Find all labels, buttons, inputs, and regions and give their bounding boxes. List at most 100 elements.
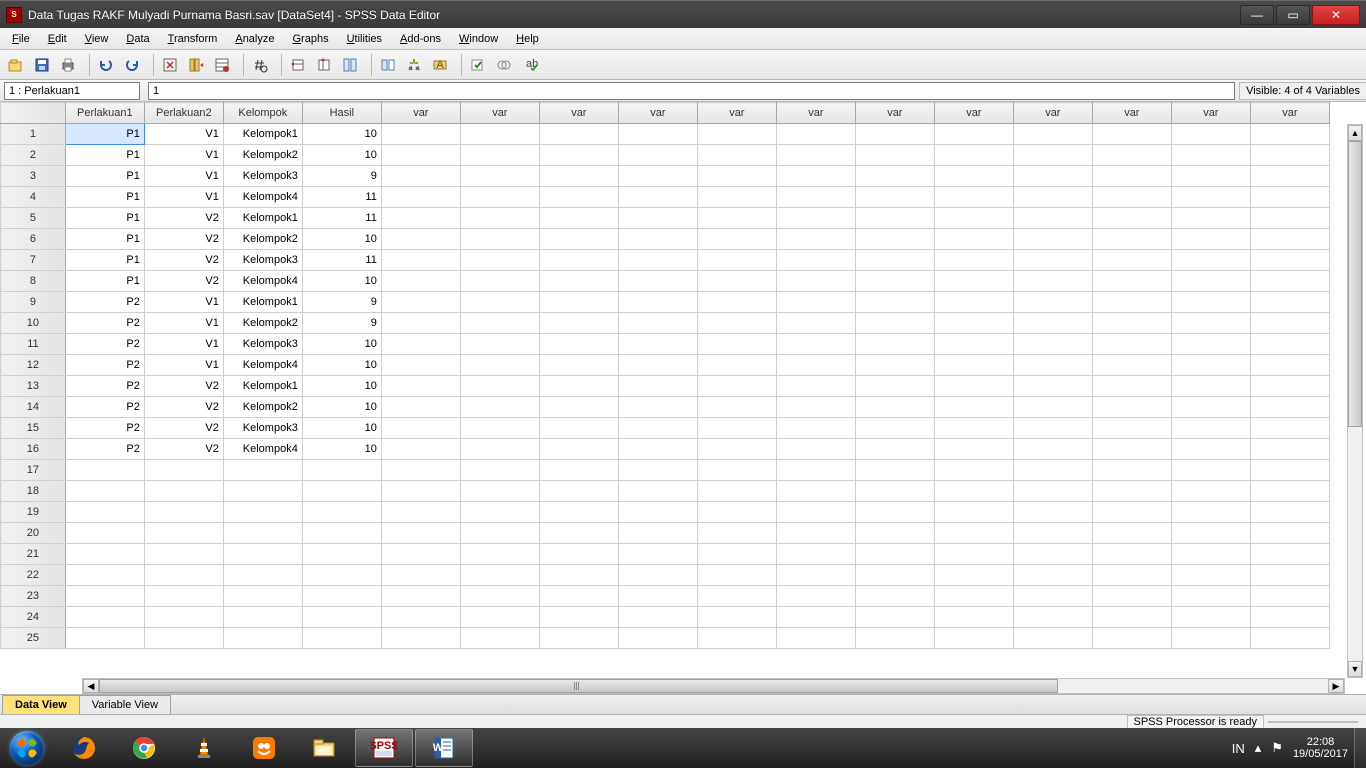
cell-value-input[interactable]: 1 — [148, 82, 1235, 100]
data-cell[interactable]: Kelompok4 — [223, 271, 302, 292]
data-cell[interactable] — [539, 397, 618, 418]
data-cell[interactable] — [776, 460, 855, 481]
data-cell[interactable] — [855, 313, 934, 334]
data-cell[interactable]: P1 — [65, 145, 144, 166]
data-cell[interactable]: Kelompok1 — [223, 292, 302, 313]
data-cell[interactable] — [539, 187, 618, 208]
data-cell[interactable] — [539, 376, 618, 397]
data-cell[interactable] — [934, 271, 1013, 292]
data-cell[interactable] — [1013, 481, 1092, 502]
data-cell[interactable] — [1013, 187, 1092, 208]
row-header[interactable]: 5 — [1, 208, 66, 229]
data-cell[interactable] — [1092, 271, 1171, 292]
maximize-button[interactable]: ▭ — [1276, 5, 1310, 25]
data-cell[interactable] — [1250, 292, 1329, 313]
cell-reference[interactable]: 1 : Perlakuan1 — [4, 82, 140, 100]
data-cell[interactable] — [697, 145, 776, 166]
data-cell[interactable] — [1171, 355, 1250, 376]
data-cell[interactable] — [539, 124, 618, 145]
data-cell[interactable]: Kelompok2 — [223, 397, 302, 418]
data-cell[interactable] — [934, 145, 1013, 166]
data-cell[interactable] — [539, 544, 618, 565]
data-cell[interactable] — [934, 124, 1013, 145]
data-cell[interactable] — [618, 628, 697, 649]
goto-variable-icon[interactable] — [184, 53, 208, 77]
column-header-var-15[interactable]: var — [1250, 103, 1329, 124]
data-cell[interactable] — [1092, 586, 1171, 607]
data-cell[interactable]: V2 — [144, 439, 223, 460]
data-cell[interactable] — [223, 586, 302, 607]
data-cell[interactable] — [65, 523, 144, 544]
data-cell[interactable] — [1013, 397, 1092, 418]
action-center-icon[interactable]: ⚑ — [1271, 740, 1283, 756]
data-cell[interactable] — [1092, 313, 1171, 334]
data-cell[interactable] — [934, 187, 1013, 208]
data-cell[interactable] — [539, 208, 618, 229]
data-cell[interactable] — [697, 460, 776, 481]
data-cell[interactable] — [144, 460, 223, 481]
data-cell[interactable] — [65, 544, 144, 565]
data-cell[interactable]: P2 — [65, 334, 144, 355]
data-cell[interactable] — [855, 481, 934, 502]
data-cell[interactable]: P2 — [65, 355, 144, 376]
data-cell[interactable] — [697, 523, 776, 544]
data-cell[interactable] — [302, 481, 381, 502]
data-cell[interactable] — [1013, 166, 1092, 187]
data-cell[interactable] — [1013, 544, 1092, 565]
data-cell[interactable] — [855, 418, 934, 439]
data-cell[interactable] — [776, 523, 855, 544]
data-cell[interactable] — [934, 439, 1013, 460]
data-cell[interactable]: 11 — [302, 187, 381, 208]
data-cell[interactable]: 10 — [302, 376, 381, 397]
data-cell[interactable]: P2 — [65, 376, 144, 397]
data-cell[interactable] — [539, 628, 618, 649]
data-cell[interactable] — [539, 145, 618, 166]
data-cell[interactable] — [855, 208, 934, 229]
data-cell[interactable]: 10 — [302, 145, 381, 166]
data-cell[interactable] — [697, 229, 776, 250]
data-cell[interactable] — [1250, 250, 1329, 271]
data-cell[interactable] — [934, 250, 1013, 271]
data-cell[interactable] — [1171, 586, 1250, 607]
menu-edit[interactable]: Edit — [40, 30, 75, 48]
data-cell[interactable] — [618, 208, 697, 229]
data-cell[interactable] — [697, 313, 776, 334]
data-cell[interactable] — [1013, 250, 1092, 271]
row-header[interactable]: 16 — [1, 439, 66, 460]
data-cell[interactable] — [1013, 124, 1092, 145]
data-cell[interactable] — [934, 481, 1013, 502]
data-cell[interactable] — [1171, 523, 1250, 544]
data-cell[interactable] — [618, 523, 697, 544]
use-sets-icon[interactable] — [466, 53, 490, 77]
column-header-var-10[interactable]: var — [855, 103, 934, 124]
data-cell[interactable] — [855, 334, 934, 355]
data-cell[interactable] — [776, 628, 855, 649]
data-cell[interactable] — [1013, 208, 1092, 229]
data-cell[interactable] — [460, 355, 539, 376]
data-cell[interactable] — [934, 418, 1013, 439]
data-cell[interactable] — [776, 124, 855, 145]
variables-icon[interactable] — [210, 53, 234, 77]
data-cell[interactable] — [1013, 334, 1092, 355]
data-cell[interactable] — [934, 292, 1013, 313]
data-cell[interactable] — [381, 460, 460, 481]
data-cell[interactable] — [1092, 292, 1171, 313]
taskbar-chrome[interactable] — [115, 729, 173, 767]
data-cell[interactable]: V2 — [144, 271, 223, 292]
data-cell[interactable] — [618, 187, 697, 208]
data-cell[interactable] — [1092, 334, 1171, 355]
scroll-track[interactable] — [99, 679, 1328, 693]
data-cell[interactable] — [776, 334, 855, 355]
data-cell[interactable] — [1171, 187, 1250, 208]
data-cell[interactable] — [460, 565, 539, 586]
data-cell[interactable] — [1013, 523, 1092, 544]
data-cell[interactable] — [776, 502, 855, 523]
data-cell[interactable] — [460, 334, 539, 355]
row-header[interactable]: 17 — [1, 460, 66, 481]
data-cell[interactable]: 10 — [302, 418, 381, 439]
data-cell[interactable] — [302, 502, 381, 523]
scroll-left-icon[interactable]: ◀ — [83, 679, 99, 693]
column-header-var-9[interactable]: var — [776, 103, 855, 124]
data-cell[interactable] — [1013, 271, 1092, 292]
tab-variable-view[interactable]: Variable View — [79, 695, 171, 714]
